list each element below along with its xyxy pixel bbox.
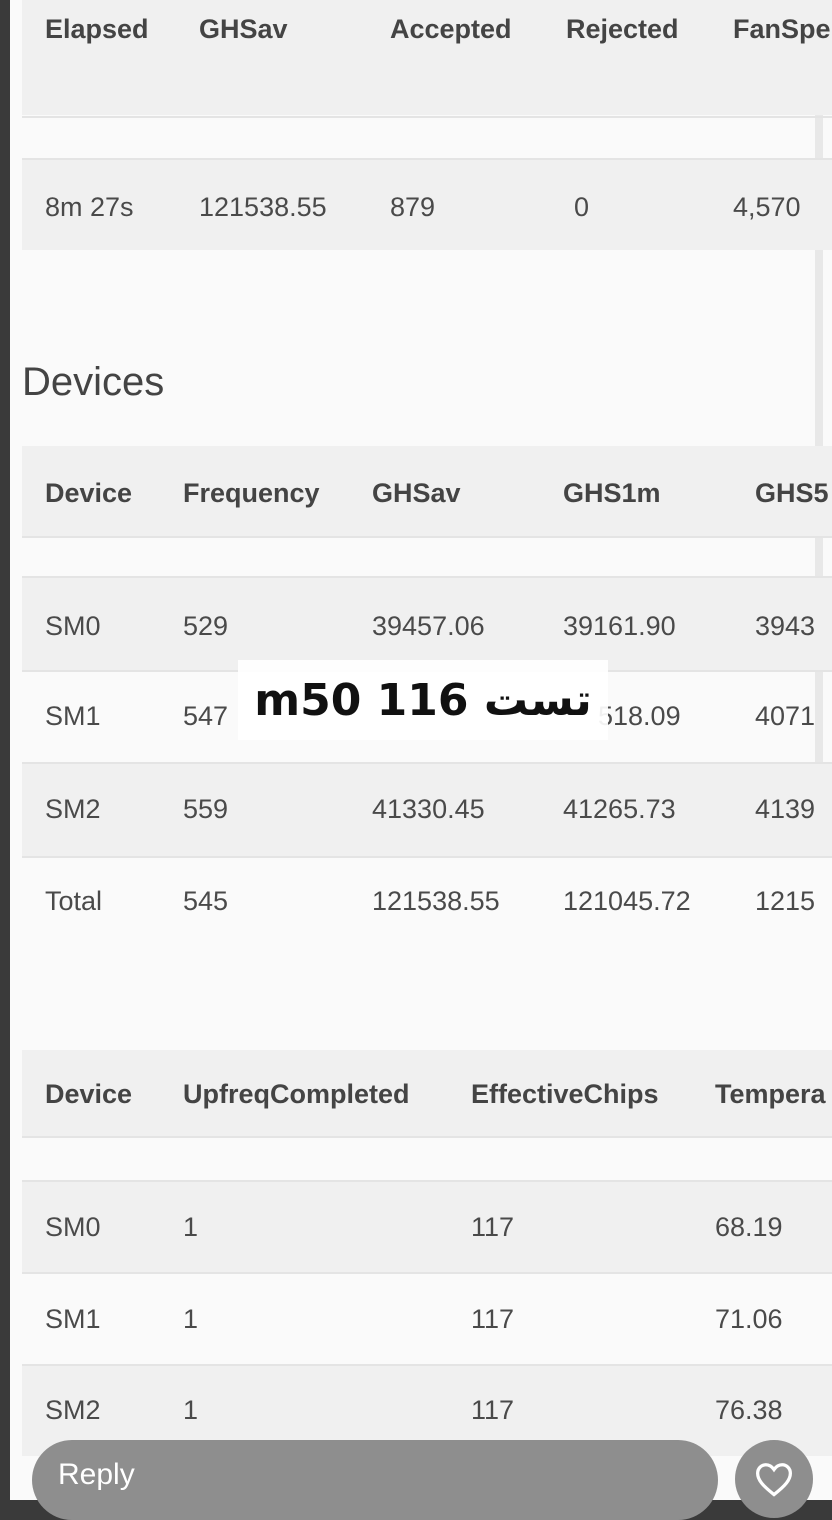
cell-device: SM1: [45, 701, 101, 731]
header-ghsav: GHSav: [372, 478, 461, 508]
header-fanspeed: FanSpe: [733, 14, 831, 44]
cell-effective-chips: 117: [471, 1212, 515, 1242]
header-ghsav: GHSav: [199, 14, 288, 44]
row-band: [22, 1182, 832, 1272]
divider: [22, 116, 832, 118]
cell-device: SM2: [45, 1395, 101, 1425]
cell-ghsav: 121538.55: [372, 886, 500, 916]
devices2-header-band: [22, 1050, 832, 1136]
cell-temperature: 68.19: [715, 1212, 783, 1242]
reply-input[interactable]: Reply: [32, 1440, 718, 1520]
header-temperature: Tempera: [715, 1079, 826, 1109]
header-upfreq-completed: UpfreqCompleted: [183, 1079, 410, 1109]
cell-ghs1m: 39161.90: [563, 611, 676, 641]
section-title-devices: Devices: [22, 360, 165, 404]
header-rejected: Rejected: [566, 14, 679, 44]
cell-ghs5: 1215: [755, 886, 816, 916]
cell-fanspeed: 4,570: [733, 192, 801, 222]
miner-status-page: Elapsed GHSav Accepted Rejected FanSpe 8…: [10, 0, 832, 1500]
cell-accepted: 879: [390, 192, 436, 222]
cell-ghsav: 121538.55: [199, 192, 327, 222]
cell-device: SM0: [45, 611, 101, 641]
cell-ghs5: 4139: [755, 794, 816, 824]
header-elapsed: Elapsed: [45, 14, 149, 44]
cell-temperature: 71.06: [715, 1304, 783, 1334]
header-ghs5: GHS5: [755, 478, 829, 508]
cell-frequency: 545: [183, 886, 229, 916]
header-device: Device: [45, 1079, 133, 1109]
cell-elapsed: 8m 27s: [45, 192, 134, 222]
cell-rejected: 0: [574, 192, 590, 222]
cell-ghs1m: 121045.72: [563, 886, 691, 916]
divider: [22, 1272, 832, 1274]
cell-device: SM0: [45, 1212, 101, 1242]
overlay-caption: m50 116 تست: [238, 660, 608, 740]
divider: [22, 536, 832, 538]
reply-placeholder: Reply: [58, 1458, 135, 1491]
cell-ghs1m: 518.09: [598, 701, 681, 731]
like-button[interactable]: [735, 1440, 813, 1518]
heart-outline-icon: [755, 1463, 793, 1497]
cell-ghs5: 4071: [755, 701, 816, 731]
overlay-caption-text: m50 116 تست: [254, 674, 592, 726]
cell-upfreq: 1: [183, 1395, 199, 1425]
cell-effective-chips: 117: [471, 1304, 515, 1334]
cell-ghs1m: 41265.73: [563, 794, 676, 824]
cell-device: SM1: [45, 1304, 101, 1334]
cell-ghs5: 3943: [755, 611, 816, 641]
cell-device: SM2: [45, 794, 101, 824]
header-frequency: Frequency: [183, 478, 320, 508]
divider: [22, 1136, 832, 1138]
cell-frequency: 559: [183, 794, 229, 824]
header-ghs1m: GHS1m: [563, 478, 661, 508]
header-effective-chips: EffectiveChips: [471, 1079, 659, 1109]
cell-device: Total: [45, 886, 103, 916]
cell-upfreq: 1: [183, 1212, 199, 1242]
cell-upfreq: 1: [183, 1304, 199, 1334]
cell-ghsav: 41330.45: [372, 794, 485, 824]
cell-temperature: 76.38: [715, 1395, 783, 1425]
cell-ghsav: 39457.06: [372, 611, 485, 641]
divider: [22, 856, 832, 858]
header-accepted: Accepted: [390, 14, 512, 44]
cell-frequency: 529: [183, 611, 229, 641]
cell-frequency: 547: [183, 701, 229, 731]
cell-effective-chips: 117: [471, 1395, 515, 1425]
header-device: Device: [45, 478, 133, 508]
